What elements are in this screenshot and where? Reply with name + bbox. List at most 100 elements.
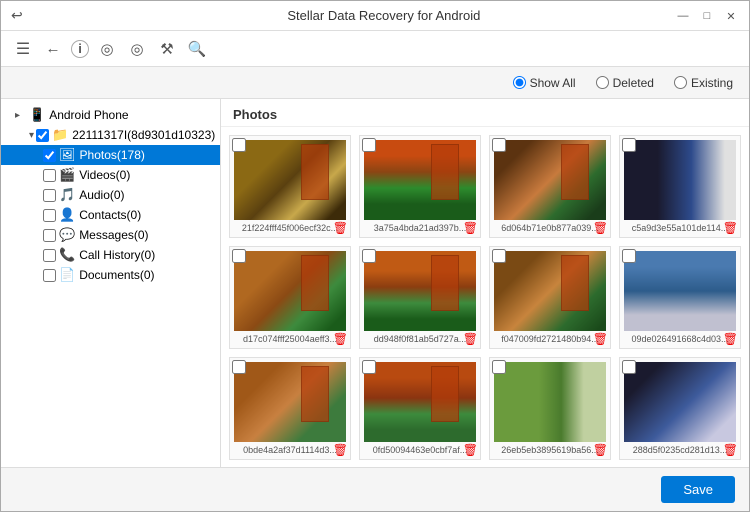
photo-checkbox[interactable]	[622, 360, 636, 374]
circle1-button[interactable]: ◎	[95, 37, 119, 61]
photo-checkbox[interactable]	[362, 249, 376, 263]
photos-section-header: Photos	[221, 99, 749, 127]
filter-existing[interactable]: Existing	[674, 76, 733, 90]
photo-delete-icon[interactable]: 🗑	[333, 332, 348, 346]
sidebar-item-contacts[interactable]: 👤 Contacts(0)	[1, 205, 220, 225]
device-arrow: ▾	[29, 130, 34, 141]
device-checkbox[interactable]	[36, 129, 49, 142]
photo-checkbox[interactable]	[232, 249, 246, 263]
audio-icon: 🎵	[59, 187, 75, 203]
sidebar-item-photos[interactable]: 🖼 Photos(178)	[1, 145, 220, 165]
close-button[interactable]: ✕	[721, 6, 741, 26]
sidebar-documents-label: Documents(0)	[79, 268, 154, 282]
sidebar-videos-label: Videos(0)	[79, 168, 130, 182]
call-history-checkbox[interactable]	[43, 249, 56, 262]
photo-cell[interactable]: 🗑0bde4a2af37d1114d3...	[229, 357, 351, 460]
minimize-button[interactable]: —	[673, 6, 693, 26]
filter-deleted[interactable]: Deleted	[596, 76, 654, 90]
photo-filename: 3a75a4bda21ad397b...	[364, 223, 476, 233]
photo-checkbox[interactable]	[622, 138, 636, 152]
photo-filename: 6d064b71e0b877a039...	[494, 223, 606, 233]
tools-button[interactable]: ⚒	[155, 37, 179, 61]
videos-checkbox[interactable]	[43, 169, 56, 182]
window-controls: — □ ✕	[673, 1, 741, 31]
photos-checkbox[interactable]	[43, 149, 56, 162]
photo-grid-container[interactable]: 🗑21f224fff45f006ecf32c...🗑3a75a4bda21ad3…	[221, 127, 749, 467]
documents-icon: 📄	[59, 267, 75, 283]
info-button[interactable]: i	[71, 40, 89, 58]
filter-show-all-label: Show All	[530, 76, 576, 90]
photo-thumbnail	[364, 362, 476, 442]
photo-delete-icon[interactable]: 🗑	[463, 221, 478, 235]
filter-existing-label: Existing	[691, 76, 733, 90]
photo-delete-icon[interactable]: 🗑	[463, 443, 478, 457]
photo-cell[interactable]: 🗑3a75a4bda21ad397b...	[359, 135, 481, 238]
messages-checkbox[interactable]	[43, 229, 56, 242]
photo-cell[interactable]: 🗑288d5f0235cd281d13...	[619, 357, 741, 460]
photo-thumbnail	[234, 251, 346, 331]
photo-cell[interactable]: 🗑0fd50094463e0cbf7af...	[359, 357, 481, 460]
sidebar-root[interactable]: ▸ 📱 Android Phone	[1, 105, 220, 125]
root-arrow: ▸	[15, 110, 27, 121]
audio-checkbox[interactable]	[43, 189, 56, 202]
filter-show-all[interactable]: Show All	[513, 76, 576, 90]
sidebar-photos-label: Photos(178)	[80, 148, 145, 162]
back-button[interactable]: ←	[41, 37, 65, 61]
sidebar-item-documents[interactable]: 📄 Documents(0)	[1, 265, 220, 285]
photo-checkbox[interactable]	[362, 138, 376, 152]
photo-checkbox[interactable]	[492, 249, 506, 263]
photo-cell[interactable]: 🗑26eb5eb3895619ba56...	[489, 357, 611, 460]
photo-delete-icon[interactable]: 🗑	[723, 221, 738, 235]
hamburger-button[interactable]: ☰	[11, 37, 35, 61]
title-icon: ↩	[11, 7, 23, 24]
save-button[interactable]: Save	[661, 476, 735, 503]
circle2-button[interactable]: ◎	[125, 37, 149, 61]
bottom-bar: Save	[1, 467, 749, 511]
photo-delete-icon[interactable]: 🗑	[593, 332, 608, 346]
photo-cell[interactable]: 🗑c5a9d3e55a101de114...	[619, 135, 741, 238]
photo-thumbnail	[624, 251, 736, 331]
photo-checkbox[interactable]	[362, 360, 376, 374]
photo-cell[interactable]: 🗑21f224fff45f006ecf32c...	[229, 135, 351, 238]
window-title: Stellar Data Recovery for Android	[29, 8, 739, 23]
photo-filename: dd948f0f81ab5d727a...	[364, 334, 476, 344]
photo-area: Photos 🗑21f224fff45f006ecf32c...🗑3a75a4b…	[221, 99, 749, 467]
photo-checkbox[interactable]	[232, 360, 246, 374]
photo-delete-icon[interactable]: 🗑	[723, 332, 738, 346]
documents-checkbox[interactable]	[43, 269, 56, 282]
photo-checkbox[interactable]	[492, 360, 506, 374]
sidebar-audio-label: Audio(0)	[79, 188, 124, 202]
photo-delete-icon[interactable]: 🗑	[593, 221, 608, 235]
sidebar-root-label: Android Phone	[49, 108, 128, 122]
sidebar-device[interactable]: ▾ 📁 22111317I(8d9301d10323)	[1, 125, 220, 145]
filter-show-all-radio[interactable]	[513, 76, 526, 89]
photo-filename: 0bde4a2af37d1114d3...	[234, 445, 346, 455]
search-button[interactable]: 🔍	[185, 37, 209, 61]
sidebar-item-call-history[interactable]: 📞 Call History(0)	[1, 245, 220, 265]
sidebar-item-audio[interactable]: 🎵 Audio(0)	[1, 185, 220, 205]
filter-deleted-radio[interactable]	[596, 76, 609, 89]
filter-existing-radio[interactable]	[674, 76, 687, 89]
photo-delete-icon[interactable]: 🗑	[593, 443, 608, 457]
photo-filename: 09de026491668c4d03...	[624, 334, 736, 344]
photo-delete-icon[interactable]: 🗑	[333, 443, 348, 457]
photo-filename: d17c074fff25004aeff3...	[234, 334, 346, 344]
photo-filename: f047009fd2721480b94...	[494, 334, 606, 344]
photo-checkbox[interactable]	[492, 138, 506, 152]
photo-cell[interactable]: 🗑6d064b71e0b877a039...	[489, 135, 611, 238]
photo-cell[interactable]: 🗑09de026491668c4d03...	[619, 246, 741, 349]
photo-delete-icon[interactable]: 🗑	[463, 332, 478, 346]
photo-checkbox[interactable]	[622, 249, 636, 263]
photo-cell[interactable]: 🗑f047009fd2721480b94...	[489, 246, 611, 349]
photo-delete-icon[interactable]: 🗑	[723, 443, 738, 457]
photo-thumbnail	[624, 362, 736, 442]
sidebar-item-messages[interactable]: 💬 Messages(0)	[1, 225, 220, 245]
sidebar-item-videos[interactable]: 🎬 Videos(0)	[1, 165, 220, 185]
photo-delete-icon[interactable]: 🗑	[333, 221, 348, 235]
photo-cell[interactable]: 🗑d17c074fff25004aeff3...	[229, 246, 351, 349]
contacts-checkbox[interactable]	[43, 209, 56, 222]
photo-grid: 🗑21f224fff45f006ecf32c...🗑3a75a4bda21ad3…	[229, 135, 741, 467]
photo-cell[interactable]: 🗑dd948f0f81ab5d727a...	[359, 246, 481, 349]
photo-checkbox[interactable]	[232, 138, 246, 152]
maximize-button[interactable]: □	[697, 6, 717, 26]
